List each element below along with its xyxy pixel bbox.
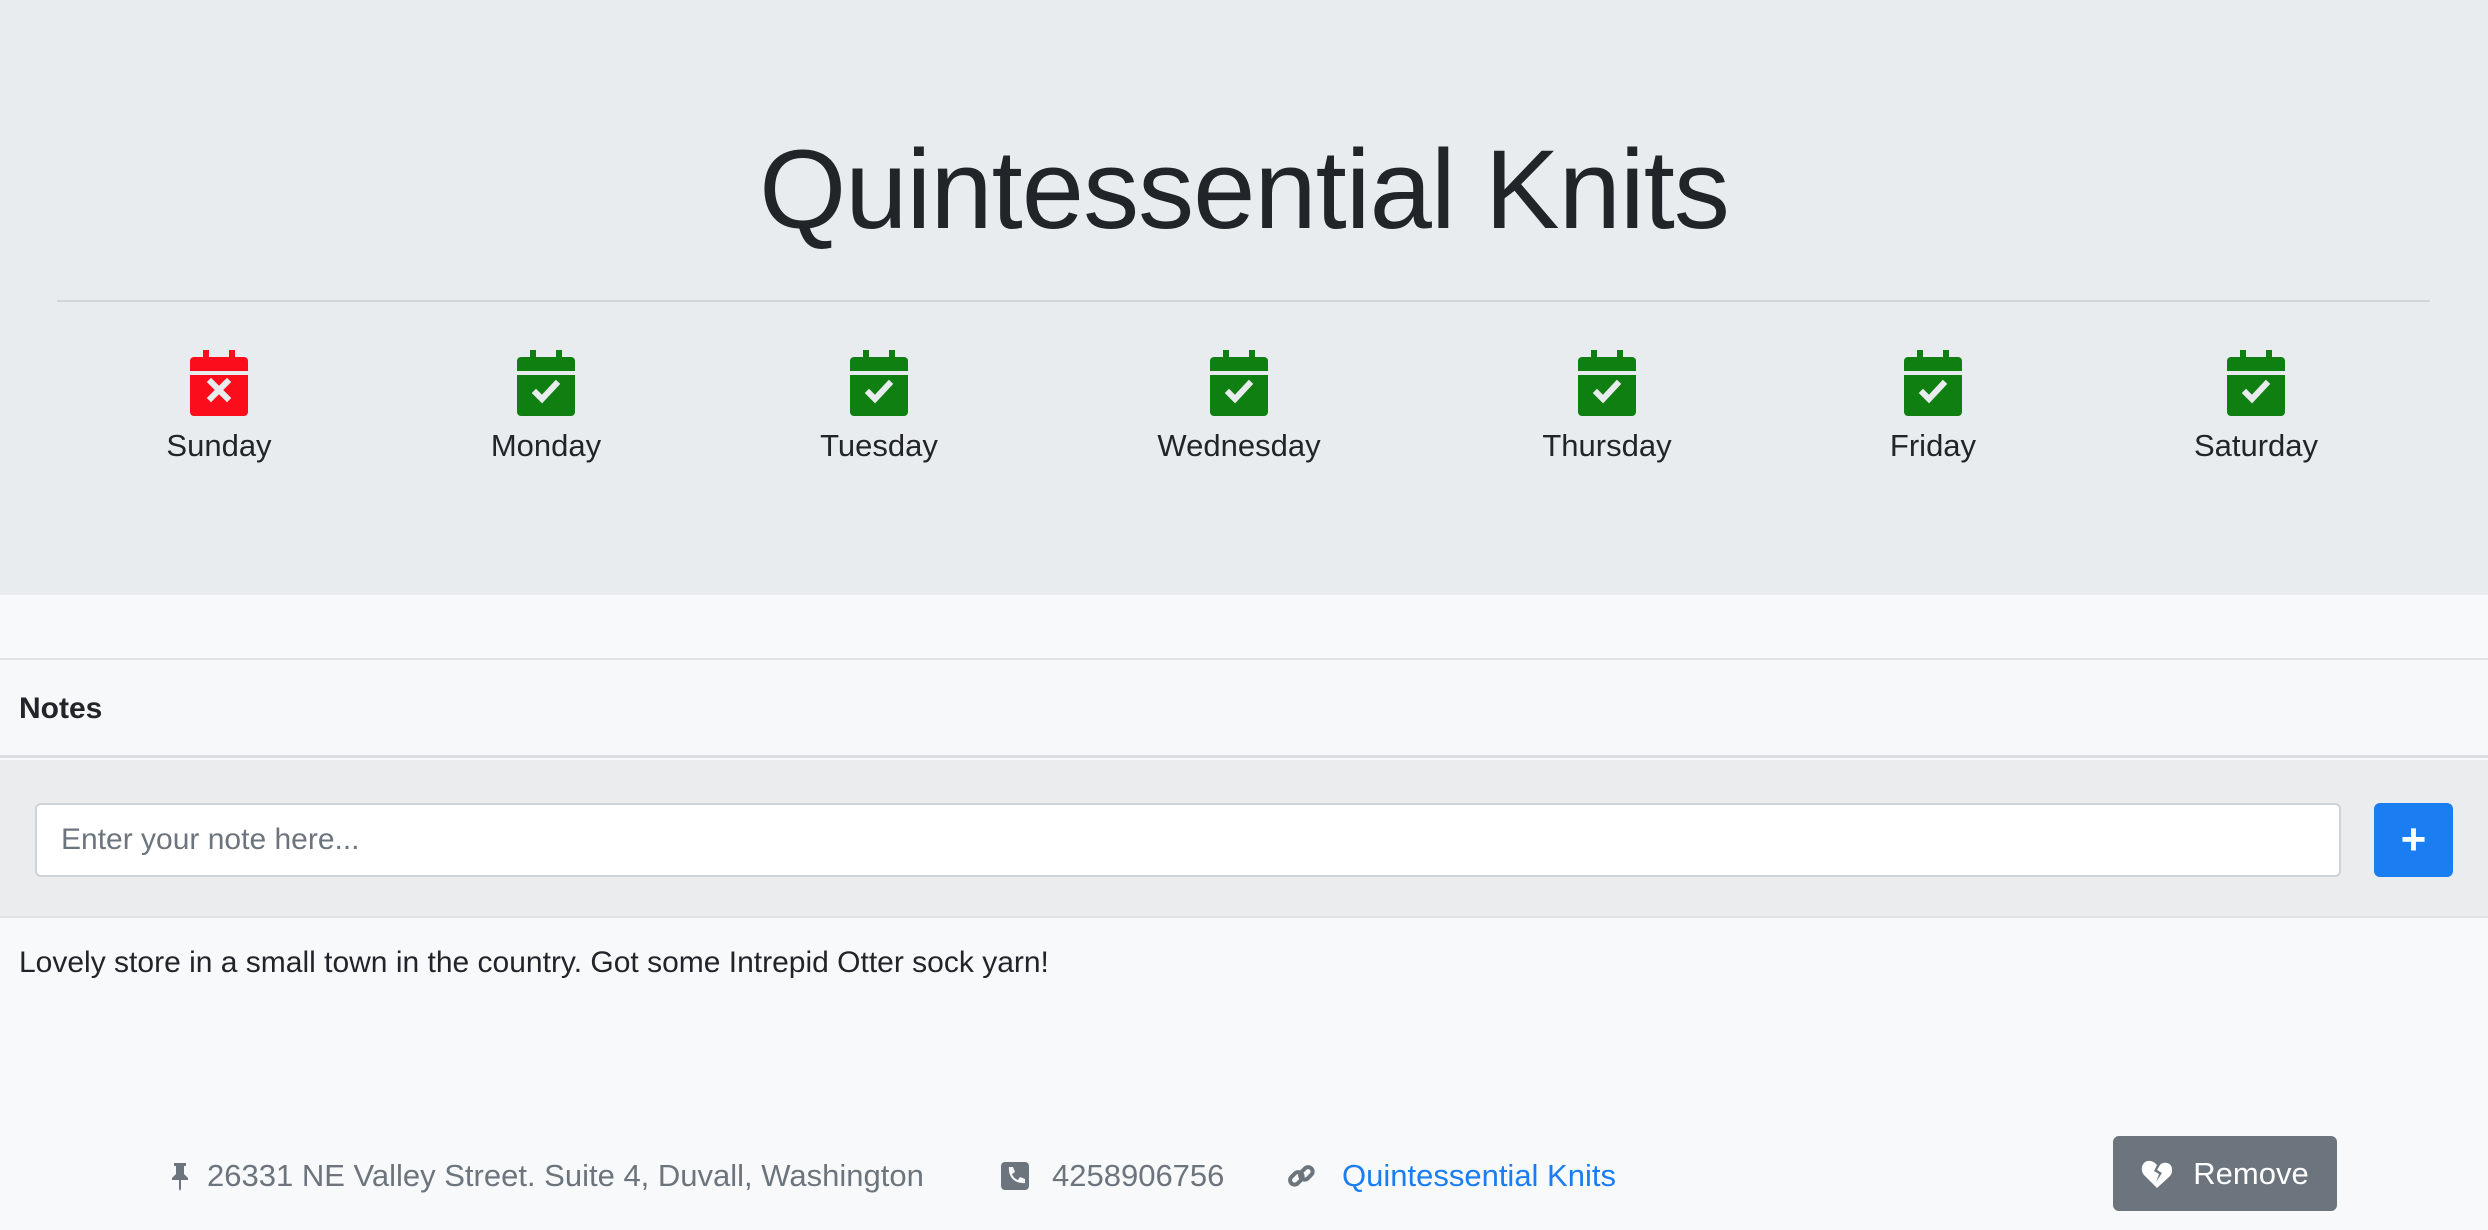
notes-header: Notes: [0, 661, 2488, 758]
note-input-row: +: [0, 760, 2488, 918]
phone-icon: [1001, 1162, 1029, 1190]
calendar-check-icon: [2227, 350, 2285, 416]
calendar-check-icon: [850, 350, 908, 416]
day-label: Sunday: [166, 428, 272, 463]
day-label: Wednesday: [1157, 428, 1321, 463]
calendar-check-icon: [1210, 350, 1268, 416]
spacer-band: [0, 595, 2488, 660]
page-title: Quintessential Knits: [759, 127, 1730, 252]
website: Quintessential Knits: [1286, 1150, 1616, 1202]
note-input[interactable]: [35, 803, 2341, 877]
day-saturday: Saturday: [2126, 350, 2386, 464]
add-note-button[interactable]: +: [2374, 803, 2453, 877]
day-label: Saturday: [2193, 428, 2319, 463]
day-sunday: Sunday: [89, 350, 349, 464]
link-icon: [1288, 1165, 1315, 1187]
address-text: 26331 NE Valley Street. Suite 4, Duvall,…: [207, 1158, 924, 1193]
note-item: Lovely store in a small town in the coun…: [19, 946, 1049, 979]
calendar-x-icon: [190, 350, 248, 416]
store-header: Quintessential Knits Sunday Monday Tuesday…: [0, 0, 2488, 595]
day-label: Friday: [1889, 428, 1977, 463]
phone-text: 4258906756: [1052, 1158, 1225, 1193]
address: 26331 NE Valley Street. Suite 4, Duvall,…: [165, 1150, 924, 1202]
day-wednesday: Wednesday: [1109, 350, 1369, 464]
day-label: Thursday: [1542, 428, 1672, 463]
day-friday: Friday: [1803, 350, 2063, 464]
day-label: Tuesday: [820, 428, 938, 463]
calendar-check-icon: [1578, 350, 1636, 416]
calendar-check-icon: [1904, 350, 1962, 416]
phone: 4258906756: [1000, 1150, 1224, 1202]
day-tuesday: Tuesday: [749, 350, 1009, 464]
remove-button[interactable]: Remove: [2113, 1136, 2337, 1211]
website-link[interactable]: Quintessential Knits: [1342, 1150, 1616, 1202]
notes-heading: Notes: [19, 692, 103, 725]
calendar-check-icon: [517, 350, 575, 416]
day-label: Monday: [490, 428, 602, 463]
day-monday: Monday: [416, 350, 676, 464]
broken-heart-icon: [2142, 1160, 2173, 1188]
divider: [57, 300, 2430, 302]
remove-label: Remove: [2193, 1155, 2309, 1191]
day-thursday: Thursday: [1477, 350, 1737, 464]
pushpin-icon: [172, 1163, 188, 1191]
